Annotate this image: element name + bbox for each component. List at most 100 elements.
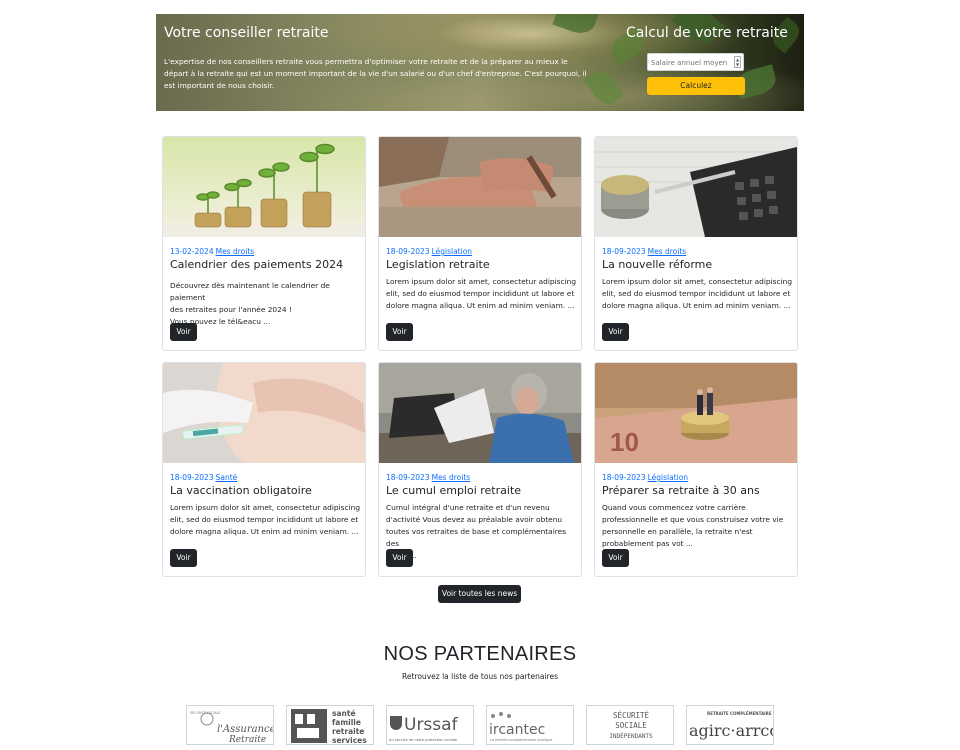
number-spinner-icon[interactable]: ▲ ▼	[734, 56, 741, 68]
calculator-title: Calcul de votre retraite	[626, 25, 788, 41]
news-card: 18-09-2023 Législation Legislation retrai…	[378, 136, 582, 351]
svg-text:10: 10	[610, 427, 639, 457]
card-excerpt: Quand vous commencez votre carrière prof…	[602, 502, 792, 550]
card-date: 13-02-2024	[170, 247, 214, 256]
svg-text:SOCIALE: SOCIALE	[615, 721, 647, 730]
svg-text:La retraite complémentaire pub: La retraite complémentaire publique	[490, 738, 552, 742]
excerpt-line: des retraites pour l'année 2024 !	[170, 305, 292, 314]
card-meta: 18-09-2023 Santé	[170, 473, 237, 482]
excerpt-line: personnelle en parallèle, la retraite n'…	[602, 527, 753, 536]
card-meta: 18-09-2023 Législation	[602, 473, 688, 482]
excerpt-line: Lorem ipsum dolor sit amet, consectetur …	[170, 503, 361, 512]
hero-title: Votre conseiller retraite	[164, 25, 329, 41]
salary-input[interactable]: Salaire annuel moyen ▲ ▼	[647, 53, 744, 71]
assurance-retraite-logo[interactable]: SÉCURITÉ SOCIALE l'Assurance Retraite	[186, 705, 274, 745]
urssaf-logo[interactable]: Urssaf Au service de notre protection so…	[386, 705, 474, 745]
card-category-link[interactable]: Santé	[216, 473, 238, 482]
news-card: 18-09-2023 Mes droits La nouvelle réforme…	[594, 136, 798, 351]
news-card: 18-09-2023 Mes droits Le cumul emploi ret…	[378, 362, 582, 577]
svg-text:l'Assurance: l'Assurance	[217, 724, 274, 735]
svg-text:santé: santé	[332, 709, 356, 718]
excerpt-line: elit, sed do eiusmod tempor incididunt u…	[386, 289, 575, 298]
agirc-arrco-logo[interactable]: RETRAITE COMPLÉMENTAIRE agirc·arrco	[686, 705, 774, 745]
card-view-button[interactable]: Voir	[386, 549, 413, 567]
card-title: Legislation retraite	[386, 258, 490, 271]
card-date: 18-09-2023	[386, 473, 430, 482]
excerpt-line: probablement pas vot ...	[602, 539, 693, 548]
card-view-button[interactable]: Voir	[170, 323, 197, 341]
calculate-button[interactable]: Calculez	[647, 77, 745, 95]
card-view-button[interactable]: Voir	[602, 549, 629, 567]
card-date: 18-09-2023	[602, 473, 646, 482]
card-date: 18-09-2023	[170, 473, 214, 482]
card-view-button[interactable]: Voir	[602, 323, 629, 341]
card-category-link[interactable]: Mes droits	[216, 247, 255, 256]
card-title: Calendrier des paiements 2024	[170, 258, 344, 271]
card-meta: 18-09-2023 Législation	[386, 247, 472, 256]
card-category-link[interactable]: Législation	[648, 473, 688, 482]
excerpt-line: dolore magna aliqua. Ut enim ad minim ve…	[386, 301, 575, 310]
excerpt-line: dolore magna aliqua. Ut enim ad minim ve…	[602, 301, 791, 310]
card-category-link[interactable]: Législation	[432, 247, 472, 256]
card-excerpt: Lorem ipsum dolor sit amet, consectetur …	[386, 276, 576, 312]
svg-text:services: services	[332, 736, 367, 745]
partners-subtitle[interactable]: Retrouvez la liste de tous nos partenair…	[0, 672, 960, 681]
svg-text:SÉCURITÉ: SÉCURITÉ	[613, 711, 650, 720]
excerpt-line: toutes vos retraites de base et compléme…	[386, 527, 567, 548]
card-meta: 18-09-2023 Mes droits	[386, 473, 470, 482]
svg-text:agirc·arrco: agirc·arrco	[689, 721, 774, 740]
svg-text:Au service de notre protection: Au service de notre protection sociale	[389, 738, 458, 742]
excerpt-line: Quand vous commencez votre carrière	[602, 503, 746, 512]
excerpt-line: régim ...	[386, 551, 417, 560]
card-view-button[interactable]: Voir	[170, 549, 197, 567]
elderly-hands-image[interactable]	[379, 137, 581, 237]
excerpt-line: professionnelle et que vous construisez …	[602, 515, 784, 524]
hero-description: L'expertise de nos conseillers retraite …	[164, 57, 587, 90]
vaccination-image[interactable]	[163, 363, 365, 463]
svg-text:Urssaf: Urssaf	[404, 715, 459, 735]
news-card: 18-09-2023 Santé La vaccination obligatoi…	[162, 362, 366, 577]
securite-sociale-independants-logo[interactable]: SÉCURITÉ SOCIALE INDÉPENDANTS	[586, 705, 674, 745]
card-excerpt: Lorem ipsum dolor sit amet, consectetur …	[602, 276, 792, 312]
card-excerpt: Cumul intégral d'une retraite et d'un re…	[386, 502, 576, 562]
excerpt-line: elit, sed do eiusmod tempor incididunt u…	[602, 289, 791, 298]
excerpt-line: Cumul intégral d'une retraite et d'un re…	[386, 503, 550, 512]
svg-text:retraite: retraite	[332, 727, 364, 736]
card-title: La nouvelle réforme	[602, 258, 713, 271]
svg-text:RETRAITE COMPLÉMENTAIRE: RETRAITE COMPLÉMENTAIRE	[707, 711, 772, 716]
hero-banner: Votre conseiller retraite L'expertise de…	[156, 14, 804, 111]
excerpt-line: Vous pouvez le tél&eacu ...	[170, 317, 271, 326]
svg-text:SÉCURITÉ SOCIALE: SÉCURITÉ SOCIALE	[190, 710, 220, 715]
card-category-link[interactable]: Mes droits	[648, 247, 687, 256]
ircantec-logo[interactable]: ircantec La retraite complémentaire publ…	[486, 705, 574, 745]
card-view-button[interactable]: Voir	[386, 323, 413, 341]
woman-laptop-image[interactable]	[379, 363, 581, 463]
svg-text:Retraite: Retraite	[228, 735, 266, 745]
excerpt-line: d'activité Vous devez au préalable avoir…	[386, 515, 563, 524]
card-excerpt: Découvrez dès maintenant le calendrier d…	[170, 280, 360, 328]
card-category-link[interactable]: Mes droits	[432, 473, 471, 482]
card-meta: 18-09-2023 Mes droits	[602, 247, 686, 256]
excerpt-line: dolore magna aliqua. Ut enim ad minim ve…	[170, 527, 359, 536]
svg-text:famille: famille	[332, 718, 361, 727]
coins-plants-image[interactable]	[163, 137, 365, 237]
card-title: La vaccination obligatoire	[170, 484, 312, 497]
card-meta: 13-02-2024 Mes droits	[170, 247, 254, 256]
svg-text:INDÉPENDANTS: INDÉPENDANTS	[609, 732, 653, 740]
news-card: 13-02-2024 Mes droits Calendrier des paie…	[162, 136, 366, 351]
partners-title: NOS PARTENAIRES	[383, 643, 577, 665]
excerpt-line: Découvrez dès maintenant le calendrier d…	[170, 281, 330, 302]
couple-coins-image[interactable]: 10	[595, 363, 797, 463]
msa-logo[interactable]: santé famille retraite services	[286, 705, 374, 745]
salary-input-placeholder: Salaire annuel moyen	[651, 59, 728, 67]
card-title: Préparer sa retraite à 30 ans	[602, 484, 760, 497]
card-date: 18-09-2023	[386, 247, 430, 256]
svg-text:ircantec: ircantec	[489, 722, 545, 738]
card-title: Le cumul emploi retraite	[386, 484, 522, 497]
view-all-news-button[interactable]: Voir toutes les news	[438, 585, 521, 603]
card-date: 18-09-2023	[602, 247, 646, 256]
excerpt-line: Lorem ipsum dolor sit amet, consectetur …	[386, 277, 577, 286]
news-card: 10 18-09-2023 Législation Préparer sa ret…	[594, 362, 798, 577]
calculator-coins-image[interactable]	[595, 137, 797, 237]
card-excerpt: Lorem ipsum dolor sit amet, consectetur …	[170, 502, 360, 538]
